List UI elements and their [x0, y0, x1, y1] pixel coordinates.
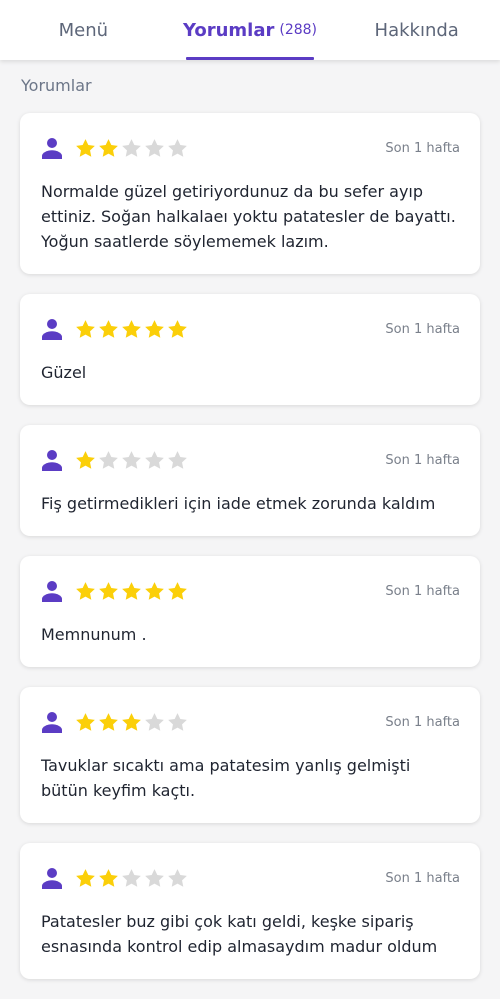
star-empty-icon [145, 139, 164, 157]
tab-about-label: Hakkında [374, 19, 459, 41]
star-rating [74, 580, 189, 602]
star-filled-icon [76, 713, 95, 731]
review-card: Son 1 hafta Patatesler buz gibi çok katı … [20, 843, 480, 979]
review-date: Son 1 hafta [385, 583, 460, 599]
section-title: Yorumlar [21, 76, 92, 95]
star-empty-icon [122, 451, 141, 469]
user-icon [42, 581, 62, 602]
user-icon [42, 319, 62, 340]
star-filled-icon [168, 320, 187, 338]
star-filled-icon [145, 320, 164, 338]
star-filled-icon [76, 869, 95, 887]
tab-about[interactable]: Hakkında [333, 0, 500, 60]
review-card: Son 1 hafta Tavuklar sıcaktı ama patatesi… [20, 687, 480, 823]
tab-reviews-count: (288) [279, 22, 318, 38]
star-empty-icon [99, 451, 118, 469]
review-date: Son 1 hafta [385, 140, 460, 156]
review-header: Son 1 hafta [41, 316, 460, 342]
user-icon [42, 450, 62, 471]
review-date: Son 1 hafta [385, 870, 460, 886]
star-rating [74, 867, 189, 889]
review-text: Memnunum . [41, 625, 147, 644]
review-header: Son 1 hafta [41, 865, 460, 891]
review-text: Tavuklar sıcaktı ama patatesim yanlış ge… [41, 756, 411, 800]
star-rating [74, 318, 189, 340]
star-filled-icon [76, 582, 95, 600]
user-icon [42, 712, 62, 733]
tab-reviews-label: Yorumlar [182, 19, 275, 41]
star-filled-icon [122, 582, 141, 600]
star-empty-icon [122, 139, 141, 157]
review-date: Son 1 hafta [385, 714, 460, 730]
review-header: Son 1 hafta [41, 135, 460, 161]
star-filled-icon [99, 869, 118, 887]
review-date: Son 1 hafta [385, 452, 460, 468]
star-empty-icon [145, 869, 164, 887]
tab-menu-label: Menü [58, 19, 109, 41]
star-rating [74, 711, 189, 733]
review-card: Son 1 hafta Memnunum . [20, 556, 480, 667]
review-card: Son 1 hafta Güzel [20, 294, 480, 405]
star-filled-icon [99, 320, 118, 338]
star-empty-icon [168, 139, 187, 157]
review-card: Son 1 hafta Fiş getirmedikleri için iade … [20, 425, 480, 536]
star-empty-icon [168, 869, 187, 887]
review-header: Son 1 hafta [41, 709, 460, 735]
star-filled-icon [99, 713, 118, 731]
star-filled-icon [122, 713, 141, 731]
tab-bar: Menü Yorumlar (288) Hakkında [0, 0, 500, 60]
review-text: Fiş getirmedikleri için iade etmek zorun… [41, 494, 436, 513]
tab-reviews[interactable]: Yorumlar (288) [167, 0, 334, 60]
tab-menu[interactable]: Menü [0, 0, 167, 60]
user-icon [42, 868, 62, 889]
review-card: Son 1 hafta Normalde güzel getiriyordunuz… [20, 113, 480, 274]
user-icon [42, 138, 62, 159]
star-empty-icon [168, 713, 187, 731]
star-filled-icon [168, 582, 187, 600]
star-filled-icon [122, 320, 141, 338]
review-text: Güzel [41, 363, 87, 382]
star-filled-icon [76, 320, 95, 338]
star-filled-icon [76, 451, 95, 469]
star-rating [74, 449, 189, 471]
star-empty-icon [145, 451, 164, 469]
star-rating [74, 137, 189, 159]
review-header: Son 1 hafta [41, 447, 460, 473]
review-text: Patatesler buz gibi çok katı geldi, keşk… [41, 912, 438, 956]
star-filled-icon [145, 582, 164, 600]
review-text: Normalde güzel getiriyordunuz da bu sefe… [41, 182, 456, 251]
review-header: Son 1 hafta [41, 578, 460, 604]
star-empty-icon [168, 451, 187, 469]
star-filled-icon [99, 582, 118, 600]
star-filled-icon [99, 139, 118, 157]
star-empty-icon [122, 869, 141, 887]
star-empty-icon [145, 713, 164, 731]
review-date: Son 1 hafta [385, 321, 460, 337]
star-filled-icon [76, 139, 95, 157]
review-list[interactable]: Son 1 hafta Normalde güzel getiriyordunuz… [20, 113, 480, 999]
